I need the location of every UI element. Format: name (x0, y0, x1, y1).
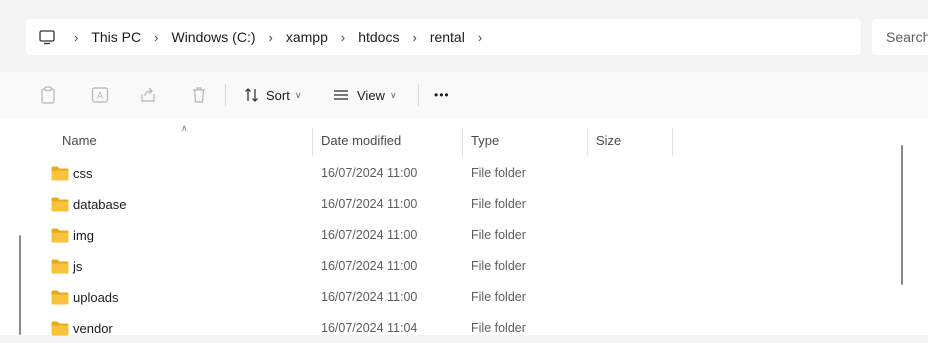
file-type: File folder (471, 197, 526, 211)
toolbar-divider (418, 84, 419, 106)
breadcrumb-htdocs[interactable]: htdocs (358, 29, 399, 45)
column-header-type[interactable]: Type (471, 133, 499, 148)
navigation-pane-scrollbar[interactable] (19, 235, 21, 335)
file-type: File folder (471, 228, 526, 242)
address-row: › This PC › Windows (C:) › xampp › htdoc… (0, 0, 928, 66)
file-type: File folder (471, 290, 526, 304)
table-row[interactable]: vendor 16/07/2024 11:04 File folder (40, 313, 900, 343)
file-type: File folder (471, 321, 526, 335)
file-list: ∧ Name Date modified Type Size css 16/07… (0, 118, 928, 336)
view-button[interactable]: View ∨ (333, 83, 397, 107)
file-date: 16/07/2024 11:00 (321, 290, 418, 304)
share-icon[interactable] (139, 86, 157, 104)
file-date: 16/07/2024 11:00 (321, 228, 418, 242)
breadcrumb-separator[interactable]: › (154, 30, 158, 45)
address-bar[interactable]: › This PC › Windows (C:) › xampp › htdoc… (26, 19, 861, 55)
this-pc-icon[interactable] (38, 28, 56, 46)
file-name: img (73, 228, 94, 243)
folder-icon (51, 228, 69, 243)
breadcrumb-windows-c[interactable]: Windows (C:) (171, 29, 255, 45)
file-name: vendor (73, 321, 113, 336)
chevron-down-icon: ∨ (389, 89, 397, 100)
file-type: File folder (471, 166, 526, 180)
delete-icon[interactable] (190, 86, 208, 104)
sort-icon (244, 87, 260, 103)
column-header-size[interactable]: Size (596, 133, 621, 148)
paste-icon[interactable] (39, 86, 57, 104)
file-name: database (73, 197, 127, 212)
view-icon (333, 88, 349, 102)
view-label: View (357, 87, 385, 103)
table-row[interactable]: css 16/07/2024 11:00 File folder (40, 158, 900, 188)
folder-icon (51, 259, 69, 274)
search-input[interactable]: Search (872, 19, 928, 55)
more-options-button[interactable]: ••• (434, 83, 450, 107)
column-divider[interactable] (312, 128, 313, 156)
breadcrumb-xampp[interactable]: xampp (286, 29, 328, 45)
folder-icon (51, 166, 69, 181)
sort-label: Sort (266, 87, 290, 103)
svg-text:A: A (97, 92, 104, 102)
column-divider[interactable] (462, 128, 463, 156)
toolbar-divider (225, 84, 226, 106)
column-divider[interactable] (587, 128, 588, 156)
breadcrumb-separator[interactable]: › (269, 30, 273, 45)
table-row[interactable]: img 16/07/2024 11:00 File folder (40, 220, 900, 250)
column-header-name[interactable]: Name (62, 133, 97, 148)
rename-icon[interactable]: A (91, 86, 109, 104)
table-row[interactable]: js 16/07/2024 11:00 File folder (40, 251, 900, 281)
file-name: css (73, 166, 93, 181)
breadcrumb-separator[interactable]: › (412, 30, 416, 45)
breadcrumb-separator[interactable]: › (341, 30, 345, 45)
breadcrumb-separator: › (74, 29, 79, 45)
column-divider[interactable] (672, 128, 673, 156)
breadcrumb-rental[interactable]: rental (430, 29, 465, 45)
breadcrumb-separator[interactable]: › (478, 30, 482, 45)
table-row[interactable]: database 16/07/2024 11:00 File folder (40, 189, 900, 219)
folder-icon (51, 197, 69, 212)
chevron-down-icon: ∨ (294, 89, 302, 100)
file-date: 16/07/2024 11:00 (321, 166, 418, 180)
sort-ascending-icon: ∧ (181, 123, 188, 133)
folder-icon (51, 290, 69, 305)
column-header-row: ∧ Name Date modified Type Size (34, 123, 904, 156)
file-date: 16/07/2024 11:00 (321, 197, 418, 211)
command-bar: A Sort ∨ View ∨ ••• (0, 72, 928, 118)
file-type: File folder (471, 259, 526, 273)
table-row[interactable]: uploads 16/07/2024 11:00 File folder (40, 282, 900, 312)
file-date: 16/07/2024 11:04 (321, 321, 418, 335)
folder-icon (51, 321, 69, 336)
file-name: js (73, 259, 83, 274)
file-list-scrollbar[interactable] (901, 145, 903, 285)
file-name: uploads (73, 290, 119, 305)
column-header-date-modified[interactable]: Date modified (321, 133, 401, 148)
sort-button[interactable]: Sort ∨ (244, 83, 301, 107)
breadcrumb-this-pc[interactable]: This PC (91, 29, 141, 45)
file-date: 16/07/2024 11:00 (321, 259, 418, 273)
